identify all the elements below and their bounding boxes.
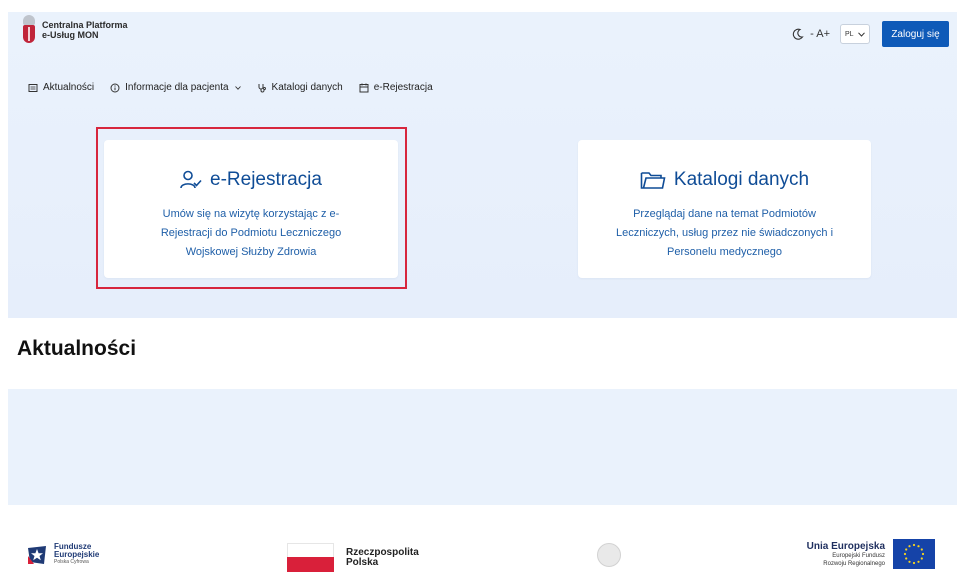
nav-item-catalogs[interactable]: Katalogi danych (257, 82, 343, 93)
mon-crest-icon (22, 15, 36, 45)
logo-line2: e-Usług MON (42, 30, 99, 40)
polish-eagle-icon (597, 543, 621, 567)
desc-line: Przeglądaj dane na temat Podmiotów (633, 208, 816, 220)
eu-flag-icon (893, 539, 935, 569)
site-logo[interactable]: Centralna Platforma e-Usług MON (22, 15, 128, 45)
rp-line2: Polska (346, 556, 379, 568)
fe-line2: Europejskie (54, 550, 100, 559)
nav-item-label: Aktualności (43, 82, 95, 93)
polish-flag-icon (287, 543, 334, 572)
language-value: PL (845, 30, 854, 38)
rp-line1: Rzeczpospolita (346, 546, 419, 558)
catalogs-card[interactable]: Katalogi danych Przeglądaj dane na temat… (578, 140, 871, 278)
header-controls: - A+ PL Zaloguj się (792, 21, 949, 47)
highlight-box (96, 127, 407, 289)
desc-line: Personelu medycznego (667, 246, 782, 258)
ue-line1: Unia Europejska (806, 540, 885, 552)
folder-icon (640, 172, 666, 189)
catalogs-card-title: Katalogi danych (673, 169, 810, 190)
chevron-down-icon (858, 31, 865, 37)
fe-line3: Polska Cyfrowa (54, 559, 89, 565)
ue-line2: Europejski Fundusz (832, 552, 885, 559)
news-icon (28, 83, 38, 92)
login-button[interactable]: Zaloguj się (882, 21, 949, 47)
stethoscope-icon (258, 83, 266, 92)
dark-mode-icon[interactable] (792, 28, 804, 40)
nav-item-label: Informacje dla pacjenta (125, 82, 229, 93)
desc-line: Leczniczych, usług przez nie świadczonyc… (615, 227, 834, 239)
nav-item-label: Katalogi danych (271, 82, 343, 93)
nav-item-news[interactable]: Aktualności (28, 82, 94, 93)
rzeczpospolita-logo: Rzeczpospolita Polska (287, 543, 419, 572)
chevron-down-icon (234, 85, 241, 90)
news-carousel (8, 389, 957, 505)
font-size-toggle[interactable]: - A+ (810, 28, 830, 40)
main-nav: Aktualności Informacje dla pacjenta Kata… (28, 82, 449, 93)
news-heading: Aktualności (17, 337, 137, 360)
catalogs-card-description: Przeglądaj dane na temat Podmiotów Leczn… (590, 205, 860, 262)
ue-logo: Unia Europejska Europejski Fundusz Rozwo… (807, 539, 935, 569)
fe-star-icon (28, 545, 46, 564)
ue-line3: Rozwoju Regionalnego (823, 560, 885, 567)
logo-line1: Centralna Platforma (42, 20, 128, 30)
language-select[interactable]: PL (840, 24, 870, 44)
fundusze-europejskie-logo: Fundusze Europejskie Polska Cyfrowa (26, 543, 99, 566)
nav-item-registration[interactable]: e-Rejestracja (359, 82, 433, 93)
nav-item-label: e-Rejestracja (373, 82, 433, 93)
calendar-icon (359, 83, 369, 92)
nav-item-patient-info[interactable]: Informacje dla pacjenta (110, 82, 241, 93)
info-icon (110, 83, 120, 92)
